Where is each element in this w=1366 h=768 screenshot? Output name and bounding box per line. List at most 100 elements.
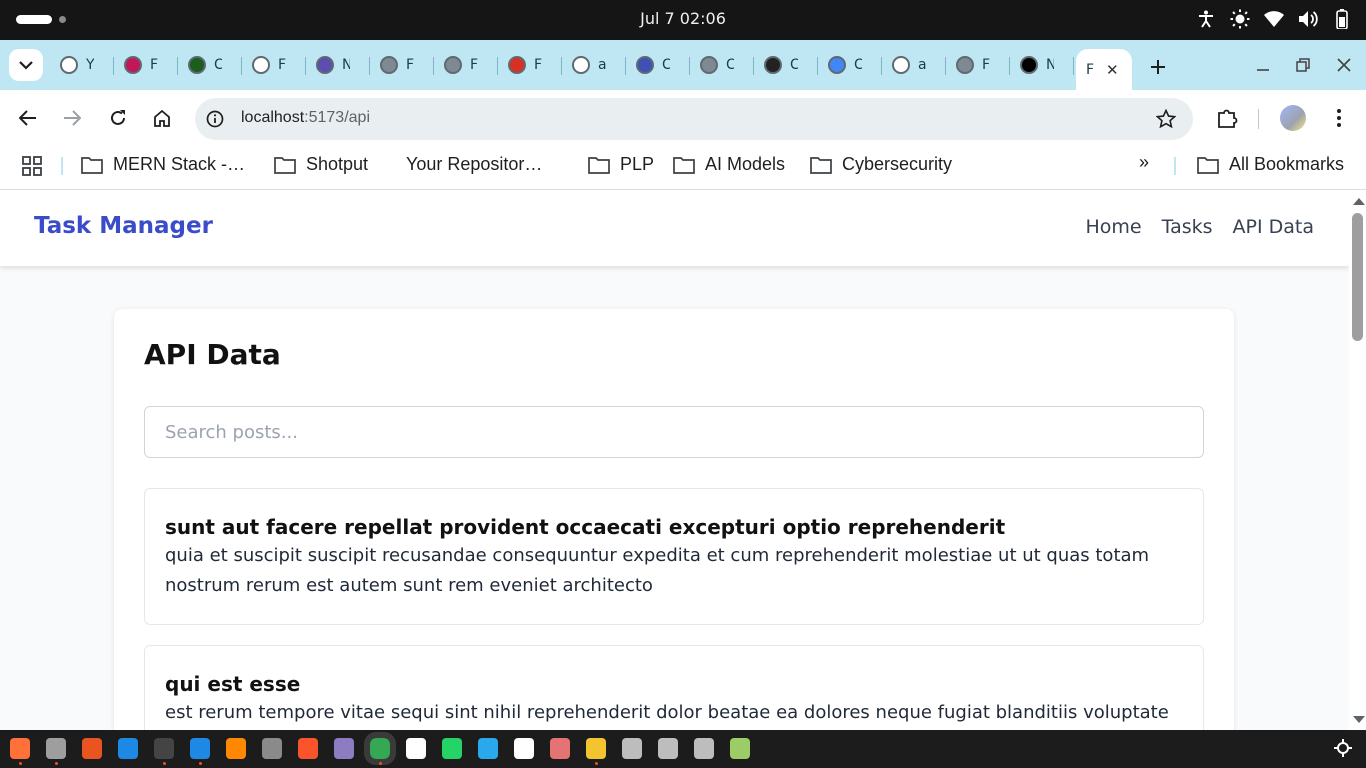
files-icon[interactable] (46, 738, 66, 765)
github-icon (252, 56, 270, 74)
vscode-icon[interactable] (190, 738, 210, 765)
scrollbar-thumb[interactable] (1352, 213, 1363, 341)
accessibility-icon[interactable] (1196, 8, 1216, 30)
bookmark-item[interactable]: Your Repositor… (396, 154, 542, 175)
restore-button[interactable] (1293, 54, 1313, 76)
settings-icon[interactable] (262, 738, 282, 759)
reload-button[interactable] (104, 104, 132, 132)
bookmark-item[interactable]: Cybersecurity (810, 154, 952, 175)
bookmark-label: AI Models (705, 154, 786, 174)
close-icon (1337, 58, 1351, 72)
tab-title: C (790, 57, 798, 73)
drive-icon[interactable] (622, 738, 642, 759)
folder-icon (274, 156, 296, 174)
nav-link-home[interactable]: Home (1086, 216, 1142, 238)
taskbar-dock (0, 730, 1366, 768)
vlc-icon[interactable] (226, 738, 246, 759)
minimize-icon (1257, 69, 1269, 71)
firefox-icon[interactable] (10, 738, 30, 765)
forward-button[interactable] (58, 104, 86, 132)
tab-item[interactable]: F (114, 49, 178, 81)
all-bookmarks-button[interactable]: All Bookmarks (1197, 154, 1344, 175)
tab-active[interactable]: F ✕ (1076, 49, 1132, 90)
apps-grid-icon[interactable] (22, 156, 42, 176)
new-tab-button[interactable] (1144, 53, 1172, 81)
terminal-icon[interactable] (154, 738, 174, 765)
bookmark-item[interactable]: PLP (588, 154, 654, 175)
tab-title: C (662, 57, 670, 73)
minimize-button[interactable] (1253, 54, 1273, 76)
bookmark-item[interactable]: MERN Stack -… (81, 154, 245, 175)
post-body: est rerum tempore vitae sequi sint nihil… (165, 702, 1169, 723)
software-icon[interactable] (82, 738, 102, 759)
telegram-icon[interactable] (478, 738, 498, 759)
brave-icon[interactable] (298, 738, 318, 759)
home-button[interactable] (148, 104, 176, 132)
toolbar-divider (1258, 109, 1259, 129)
tab-item[interactable]: F (434, 49, 498, 81)
tab-item[interactable]: a (562, 49, 626, 81)
address-bar[interactable]: localhost:5173/api (195, 98, 1193, 140)
nav-link-tasks[interactable]: Tasks (1162, 216, 1213, 238)
text-editor-icon[interactable] (586, 738, 606, 765)
tab-item[interactable]: C (690, 49, 754, 81)
volume-icon[interactable] (1298, 8, 1318, 30)
scroll-up-arrow-icon[interactable] (1353, 198, 1365, 205)
whatsapp-icon[interactable] (442, 738, 462, 759)
more-bookmarks-button[interactable]: » (1139, 152, 1149, 173)
site-info-icon[interactable] (204, 108, 226, 130)
github-icon (572, 56, 590, 74)
url-text[interactable]: localhost:5173/api (241, 109, 370, 127)
system-clock[interactable]: Jul 7 02:06 (0, 9, 1366, 28)
tab-item[interactable]: a (882, 49, 946, 81)
google-icon (892, 56, 910, 74)
tab-item[interactable]: F (946, 49, 1010, 81)
github-desktop-icon[interactable] (514, 738, 534, 759)
tab-item[interactable]: C (626, 49, 690, 81)
bookmark-item[interactable]: AI Models (673, 154, 785, 175)
show-apps-icon[interactable] (1334, 739, 1352, 757)
drive-icon[interactable] (694, 738, 714, 759)
wifi-icon[interactable] (1264, 8, 1284, 30)
tab-item[interactable]: N (306, 49, 370, 81)
scroll-down-arrow-icon[interactable] (1353, 716, 1365, 723)
bookmarks-divider (61, 157, 63, 175)
browser-menu-button[interactable] (1325, 104, 1353, 132)
extensions-button[interactable] (1213, 104, 1241, 132)
help-icon[interactable] (118, 738, 138, 759)
gemini-icon (828, 56, 846, 74)
chrome-icon[interactable] (364, 732, 396, 765)
profile-button[interactable] (1279, 104, 1307, 132)
tab-strip: Y F C F N F F Fa C C C Ca F N F ✕ (0, 40, 1366, 90)
tab-title: N (342, 57, 350, 73)
app-icon[interactable] (334, 738, 354, 759)
close-tab-icon[interactable]: ✕ (1106, 61, 1119, 79)
drive-icon[interactable] (658, 738, 678, 759)
tab-title: F (534, 57, 542, 73)
tab-item[interactable]: C (818, 49, 882, 81)
nav-link-api-data[interactable]: API Data (1233, 216, 1314, 238)
bookmark-item[interactable]: Shotput (274, 154, 368, 175)
bookmark-star-icon[interactable] (1155, 108, 1177, 130)
tab-item[interactable]: C (178, 49, 242, 81)
back-button[interactable] (14, 104, 42, 132)
page-scrollbar[interactable] (1349, 191, 1366, 730)
tab-item[interactable]: Y (50, 49, 114, 81)
url-host: localhost (241, 109, 305, 126)
tab-search-button[interactable] (9, 49, 43, 81)
system-status-area[interactable] (1196, 8, 1352, 30)
tab-item[interactable]: F (242, 49, 306, 81)
folder-icon (1197, 156, 1219, 174)
tab-item[interactable]: F (498, 49, 562, 81)
close-window-button[interactable] (1334, 54, 1354, 76)
tab-item[interactable]: C (754, 49, 818, 81)
search-input[interactable] (144, 406, 1204, 458)
color-picker-icon[interactable] (550, 738, 570, 759)
battery-icon[interactable] (1332, 8, 1352, 30)
brand-link[interactable]: Task Manager (34, 213, 213, 239)
brightness-icon[interactable] (1230, 8, 1250, 30)
trash-icon[interactable] (730, 738, 750, 759)
mongodb-icon[interactable] (406, 738, 426, 759)
tab-item[interactable]: F (370, 49, 434, 81)
tab-item[interactable]: N (1010, 49, 1074, 81)
